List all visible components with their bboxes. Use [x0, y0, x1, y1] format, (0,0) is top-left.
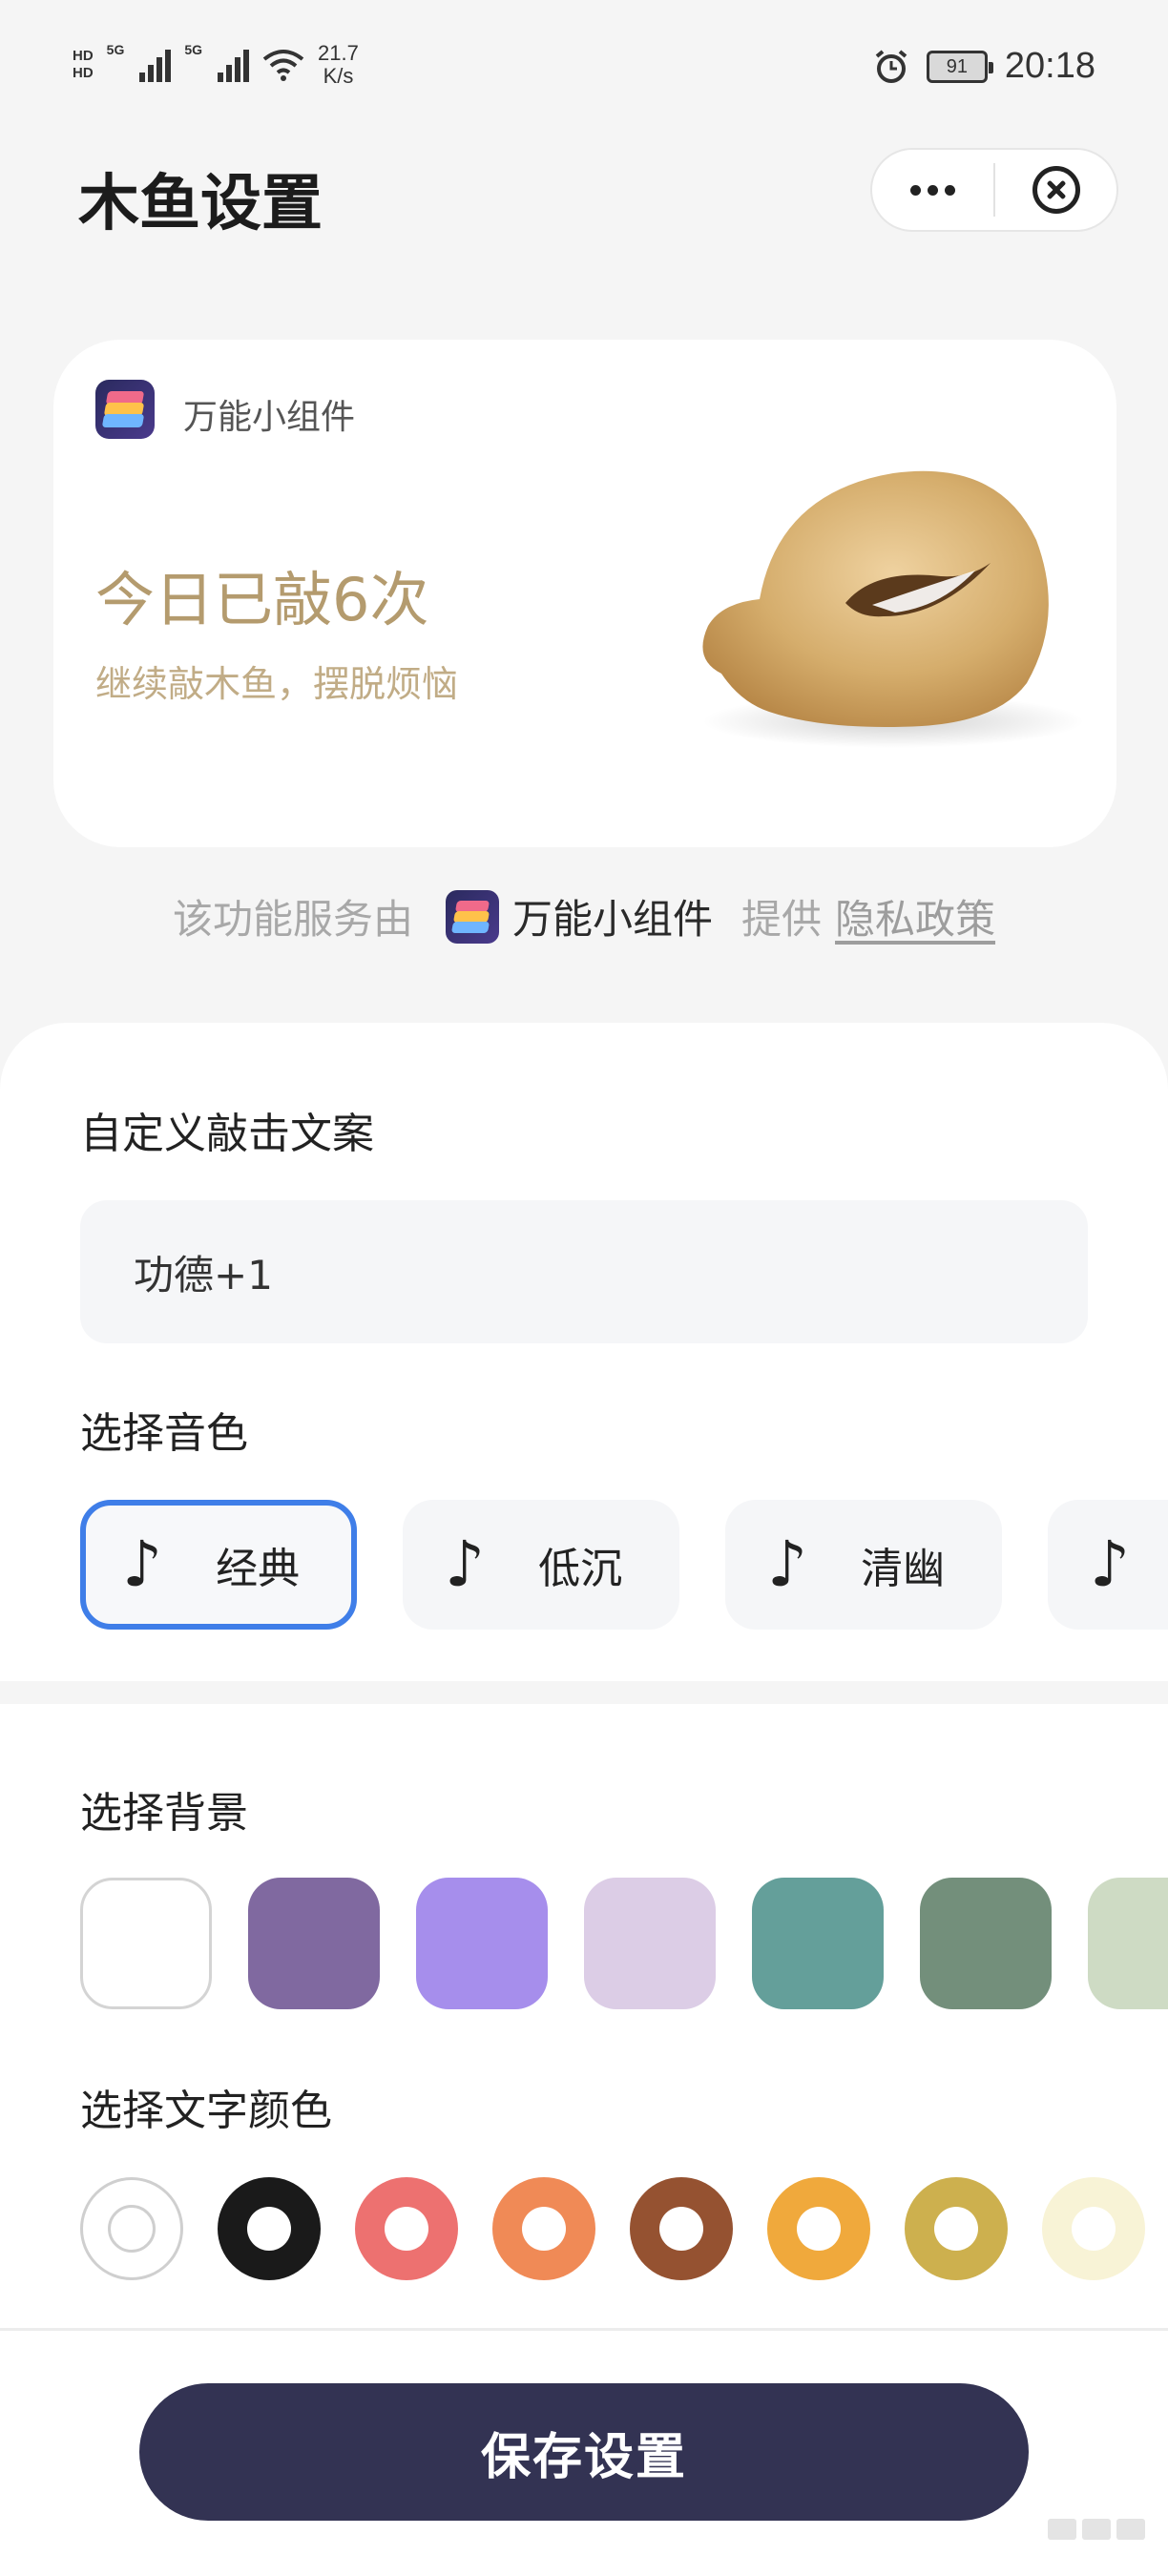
signal-icon — [218, 48, 250, 82]
music-note-icon: ♪ — [445, 1527, 486, 1601]
app-logo-icon — [95, 380, 155, 439]
alarm-icon — [875, 49, 907, 83]
text-color-white[interactable] — [80, 2177, 183, 2280]
section-divider — [0, 1681, 1168, 1704]
battery-icon: 91 — [926, 50, 993, 83]
text-color-label: 选择文字颜色 — [80, 2087, 332, 2135]
status-bar: HD HD 5G 5G 21.7 K/s 91 20:18 — [0, 0, 1168, 134]
provider-name[interactable]: 万能小组件 — [512, 887, 713, 945]
text-color-options — [80, 2177, 1168, 2282]
signal-icon — [139, 48, 172, 82]
background-label: 选择背景 — [80, 1789, 248, 1838]
background-swatch-light-lilac[interactable] — [584, 1878, 716, 2009]
clock-time: 20:18 — [1004, 46, 1095, 86]
wooden-fish-image — [655, 435, 1094, 759]
music-note-icon: ♪ — [767, 1527, 808, 1601]
wifi-icon — [262, 50, 304, 81]
speed-value: 21.7 — [318, 41, 359, 65]
text-color-black[interactable] — [218, 2177, 321, 2280]
sound-option-label: 清幽 — [861, 1545, 946, 1593]
save-settings-button[interactable]: 保存设置 — [139, 2383, 1029, 2521]
sound-option-serene[interactable]: ♪ 清幽 — [725, 1500, 1002, 1630]
text-color-orange[interactable] — [492, 2177, 595, 2280]
hd-label-1: HD — [73, 48, 94, 64]
custom-text-label: 自定义敲击文案 — [80, 1110, 374, 1158]
music-note-icon: ♪ — [1090, 1527, 1131, 1601]
page-title: 木鱼设置 — [78, 169, 323, 239]
close-circle-icon — [1032, 166, 1080, 214]
background-swatch-pale-green[interactable] — [1088, 1878, 1168, 2009]
widget-preview-card: 万能小组件 今日已敲6次 继续敲木鱼，摆脱烦恼 — [53, 340, 1116, 847]
sound-label: 选择音色 — [80, 1409, 248, 1458]
music-note-icon: ♪ — [122, 1527, 163, 1601]
speed-unit: K/s — [323, 64, 354, 88]
provider-suffix: 提供 — [741, 896, 823, 943]
watermark-icon — [1048, 2519, 1145, 2540]
hd-badge: HD HD — [73, 48, 94, 82]
provider-logo-icon — [445, 889, 499, 944]
mini-program-capsule — [870, 148, 1118, 232]
text-color-amber[interactable] — [767, 2177, 870, 2280]
more-button[interactable] — [872, 150, 993, 230]
sound-option-classic[interactable]: ♪ 经典 — [80, 1500, 357, 1630]
text-color-mustard[interactable] — [905, 2177, 1008, 2280]
network-type-2: 5G — [184, 42, 203, 57]
text-color-cream[interactable] — [1042, 2177, 1145, 2280]
footer-divider — [0, 2328, 1168, 2331]
sound-options: ♪ 经典 ♪ 低沉 ♪ 清幽 ♪ — [80, 1500, 1168, 1630]
sound-option-label: 经典 — [216, 1545, 301, 1593]
text-color-coral[interactable] — [355, 2177, 458, 2280]
text-color-brown[interactable] — [630, 2177, 733, 2280]
background-swatch-lavender[interactable] — [416, 1878, 548, 2009]
custom-text-input[interactable] — [80, 1200, 1088, 1343]
background-swatch-sage[interactable] — [920, 1878, 1052, 2009]
background-options — [80, 1878, 1168, 2011]
provider-prefix: 该功能服务由 — [172, 896, 413, 943]
close-button[interactable] — [995, 150, 1116, 230]
background-swatch-teal[interactable] — [752, 1878, 884, 2009]
network-speed: 21.7 K/s — [318, 42, 359, 88]
network-type-1: 5G — [106, 42, 125, 57]
hd-label-2: HD — [73, 65, 94, 81]
sound-option-more[interactable]: ♪ — [1048, 1500, 1168, 1630]
more-dots-icon — [910, 184, 955, 196]
background-swatch-purple[interactable] — [248, 1878, 380, 2009]
widget-app-name: 万能小组件 — [183, 398, 356, 437]
sound-option-label: 低沉 — [538, 1545, 623, 1593]
service-provider-line: 该功能服务由 万能小组件 提供 隐私政策 — [0, 887, 1168, 945]
background-swatch-white[interactable] — [80, 1878, 212, 2009]
knock-count-text: 今日已敲6次 — [95, 565, 429, 634]
privacy-policy-link[interactable]: 隐私政策 — [835, 887, 995, 945]
knock-subtitle: 继续敲木鱼，摆脱烦恼 — [95, 663, 459, 705]
sound-option-deep[interactable]: ♪ 低沉 — [403, 1500, 679, 1630]
